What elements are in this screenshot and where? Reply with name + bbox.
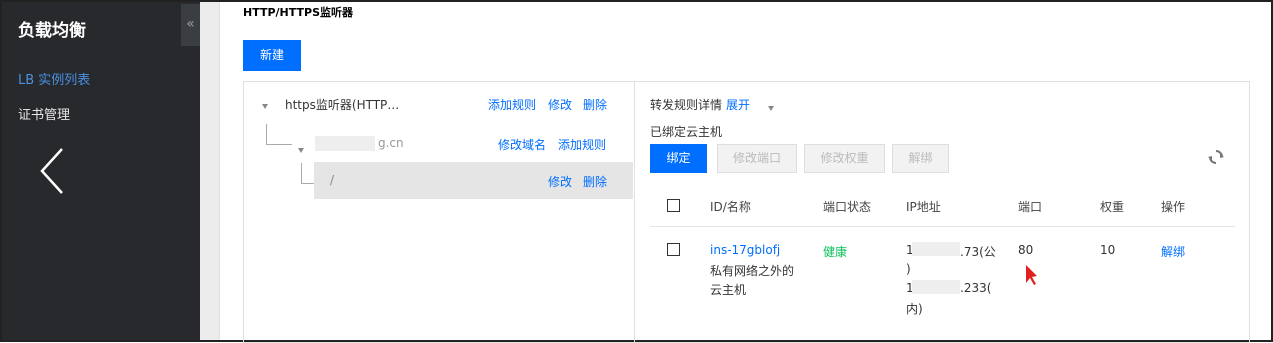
instance-name-line2: 云主机: [710, 283, 747, 297]
tree-path-label[interactable]: /: [330, 173, 334, 187]
tree-connector: [266, 144, 292, 145]
delete-path-link[interactable]: 删除: [583, 173, 607, 190]
tree-connector: [266, 124, 267, 144]
bind-button[interactable]: 绑定: [650, 144, 707, 173]
new-button[interactable]: 新建: [243, 40, 301, 71]
expand-domain-icon[interactable]: [298, 142, 304, 156]
expand-link[interactable]: 展开: [726, 96, 750, 113]
add-rule-link[interactable]: 添加规则: [488, 96, 536, 113]
sidebar-item-certificate-management[interactable]: 证书管理: [18, 104, 70, 123]
sidebar-item-lb-instance-list[interactable]: LB 实例列表: [18, 69, 90, 88]
sidebar: 负载均衡 LB 实例列表 证书管理: [2, 2, 200, 340]
tree-connector: [301, 163, 302, 183]
ip-public-close: ): [906, 262, 911, 276]
status-badge: 健康: [823, 245, 848, 259]
redacted-ip: [912, 242, 960, 256]
select-all-checkbox[interactable]: [667, 199, 680, 212]
tree-domain-label[interactable]: g.cn: [378, 136, 404, 150]
mouse-cursor-icon: [1026, 265, 1037, 285]
refresh-icon[interactable]: [1208, 149, 1224, 165]
weight-value: 10: [1100, 243, 1116, 257]
page-title: HTTP/HTTPS监听器: [243, 6, 353, 19]
tree-listener-label[interactable]: https监听器(HTTP…: [285, 96, 399, 113]
column-header-action: 操作: [1161, 200, 1186, 214]
bound-hosts-label: 已绑定云主机: [650, 125, 723, 139]
row-checkbox[interactable]: [667, 243, 680, 256]
redacted-ip: [912, 280, 960, 294]
unbind-row-link[interactable]: 解绑: [1161, 243, 1185, 260]
back-chevron-icon[interactable]: [38, 146, 68, 196]
column-header-port-status: 端口状态: [823, 200, 872, 214]
ip-private-close: 内): [906, 302, 923, 316]
instance-id-link[interactable]: ins-17gblofj: [710, 243, 780, 257]
rule-details-label: 转发规则详情: [650, 98, 723, 112]
expand-listener-icon[interactable]: [262, 98, 268, 112]
column-header-ip: IP地址: [906, 200, 941, 214]
unbind-button[interactable]: 解绑: [892, 144, 949, 173]
collapse-sidebar-button[interactable]: «: [181, 4, 200, 46]
column-header-id: ID/名称: [710, 200, 751, 214]
add-rule-domain-link[interactable]: 添加规则: [558, 136, 606, 153]
expand-caret-icon[interactable]: [768, 100, 774, 114]
modify-port-button[interactable]: 修改端口: [717, 144, 797, 173]
port-value: 80: [1018, 243, 1034, 257]
ip-private-suffix: .233(: [960, 281, 992, 295]
modify-listener-link[interactable]: 修改: [548, 96, 572, 113]
sidebar-title: 负载均衡: [18, 21, 86, 41]
left-gutter: [200, 2, 220, 340]
tree-connector: [301, 183, 314, 184]
modify-weight-button[interactable]: 修改权重: [804, 144, 885, 173]
column-header-port: 端口: [1018, 200, 1043, 214]
instance-name-line1: 私有网络之外的: [710, 264, 795, 278]
ip-public-suffix: .73(公: [960, 245, 996, 259]
modify-domain-link[interactable]: 修改域名: [498, 136, 546, 153]
column-header-weight: 权重: [1100, 200, 1125, 214]
panel-divider: [634, 81, 635, 343]
table-divider: [650, 226, 1235, 227]
delete-listener-link[interactable]: 删除: [583, 96, 607, 113]
redacted-domain: [315, 136, 375, 151]
modify-path-link[interactable]: 修改: [548, 173, 572, 190]
